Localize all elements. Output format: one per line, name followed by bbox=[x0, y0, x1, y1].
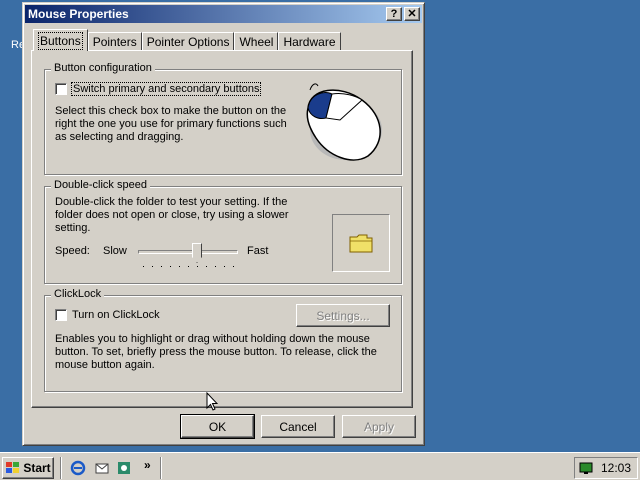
slider-tick bbox=[170, 266, 171, 267]
slider-tick bbox=[224, 266, 225, 267]
slider-track bbox=[138, 250, 238, 254]
button-config-description: Select this check box to make the button… bbox=[55, 105, 287, 143]
double-click-description: Double-click the folder to test your set… bbox=[55, 196, 289, 234]
start-button[interactable]: Start bbox=[2, 457, 54, 479]
window-title: Mouse Properties bbox=[28, 7, 129, 21]
slider-tick bbox=[152, 266, 153, 267]
switch-buttons-checkbox[interactable] bbox=[55, 83, 67, 95]
clock[interactable]: 12:03 bbox=[601, 461, 631, 475]
speed-label: Speed: bbox=[55, 245, 90, 257]
cancel-button[interactable]: Cancel bbox=[261, 415, 335, 438]
taskbar: Start » 12:03 bbox=[0, 452, 640, 480]
apply-button[interactable]: Apply bbox=[342, 415, 416, 438]
media-player-icon[interactable] bbox=[116, 460, 132, 476]
tab-pointers[interactable]: Pointers bbox=[87, 32, 142, 51]
slider-tick bbox=[206, 266, 207, 267]
slider-tick bbox=[197, 266, 198, 267]
slow-label: Slow bbox=[103, 245, 127, 257]
tab-buttons[interactable]: Buttons bbox=[33, 29, 88, 51]
ok-button[interactable]: OK bbox=[180, 414, 255, 439]
fast-label: Fast bbox=[247, 245, 269, 257]
system-tray: 12:03 bbox=[574, 457, 638, 479]
quick-launch-overflow[interactable]: » bbox=[144, 458, 151, 472]
slider-tick bbox=[161, 266, 162, 267]
close-button[interactable]: ✕ bbox=[404, 7, 420, 21]
internet-explorer-icon[interactable] bbox=[70, 460, 86, 476]
slider-tick bbox=[215, 266, 216, 267]
clicklock-settings-button[interactable]: Settings... bbox=[296, 304, 390, 327]
clicklock-checkbox[interactable] bbox=[55, 309, 67, 321]
taskbar-separator bbox=[160, 457, 162, 479]
taskbar-separator bbox=[60, 457, 62, 479]
slider-tick bbox=[143, 266, 144, 267]
slider-thumb[interactable] bbox=[192, 243, 202, 263]
clicklock-label: ClickLock bbox=[51, 288, 105, 300]
tab-hardware[interactable]: Hardware bbox=[278, 32, 341, 51]
double-click-speed-slider[interactable] bbox=[138, 240, 238, 270]
network-icon[interactable] bbox=[579, 461, 593, 475]
outlook-express-icon[interactable] bbox=[94, 460, 110, 476]
slider-tick bbox=[188, 266, 189, 267]
tab-strip: Buttons Pointers Pointer Options Wheel H… bbox=[33, 29, 341, 51]
mouse-icon bbox=[300, 80, 386, 167]
clicklock-checkbox-label[interactable]: Turn on ClickLock bbox=[72, 309, 160, 321]
double-click-speed-label: Double-click speed bbox=[51, 179, 150, 191]
clicklock-description: Enables you to highlight or drag without… bbox=[55, 333, 377, 371]
slider-tick bbox=[179, 266, 180, 267]
button-configuration-label: Button configuration bbox=[51, 62, 155, 74]
switch-buttons-row[interactable]: Switch primary and secondary buttons bbox=[55, 82, 262, 96]
folder-icon[interactable] bbox=[349, 233, 373, 253]
tab-pointer-options[interactable]: Pointer Options bbox=[141, 32, 235, 51]
title-bar[interactable]: Mouse Properties ? ✕ bbox=[25, 5, 422, 23]
slider-tick bbox=[233, 266, 234, 267]
windows-logo-icon bbox=[6, 462, 20, 473]
tab-wheel[interactable]: Wheel bbox=[234, 32, 279, 51]
switch-buttons-label[interactable]: Switch primary and secondary buttons bbox=[70, 82, 262, 96]
clicklock-row[interactable]: Turn on ClickLock bbox=[55, 309, 160, 321]
mouse-cursor-icon bbox=[206, 392, 218, 411]
help-button[interactable]: ? bbox=[386, 7, 402, 21]
test-folder-area[interactable] bbox=[332, 214, 390, 272]
